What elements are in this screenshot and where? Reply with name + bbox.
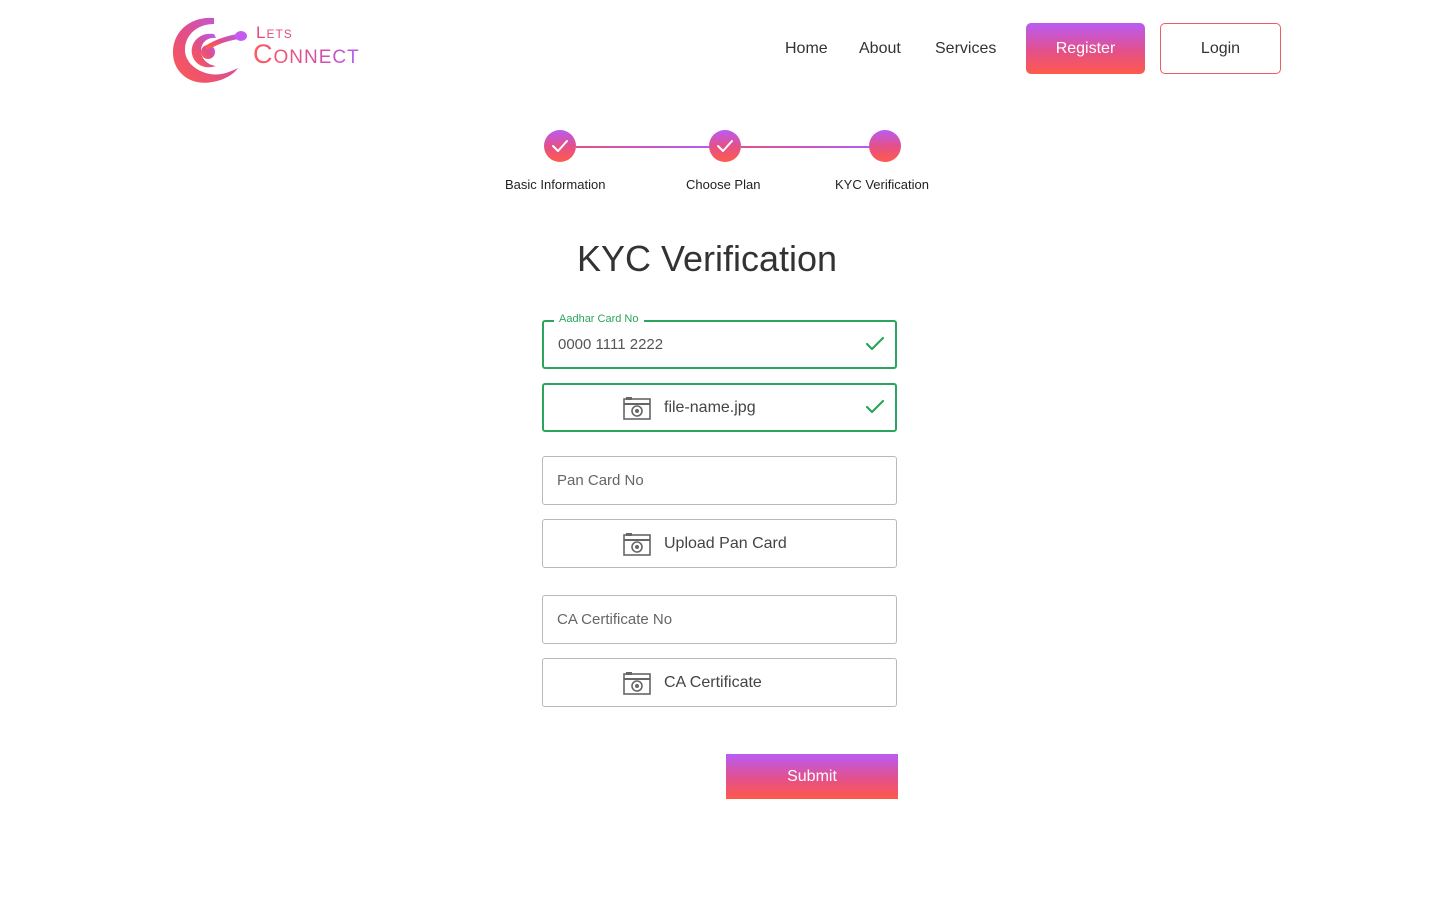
pan-card-input[interactable] [557,457,847,504]
step-label-kyc-verification: KYC Verification [835,177,929,192]
checkmark-icon [717,140,733,152]
camera-icon [623,397,651,420]
login-button[interactable]: Login [1160,23,1281,74]
step-connector [741,146,870,148]
step-connector [576,146,710,148]
brand-logo[interactable]: Lets Connect [170,14,370,86]
register-button[interactable]: Register [1026,23,1145,74]
ca-certificate-field [542,595,897,644]
logo-mark-icon [172,17,247,83]
camera-icon [623,533,651,556]
ca-upload-label: CA Certificate [664,674,762,691]
pan-card-field [542,456,897,505]
step-indicator-basic-information [544,130,576,162]
nav-about[interactable]: About [859,40,901,58]
step-indicator-kyc-verification [869,130,901,162]
aadhar-file-name: file-name.jpg [664,399,756,416]
pan-upload-label: Upload Pan Card [664,535,787,552]
aadhar-card-input[interactable] [558,322,848,367]
nav-services[interactable]: Services [935,40,996,58]
check-icon [865,399,885,414]
nav-home[interactable]: Home [785,40,828,58]
ca-certificate-upload[interactable]: CA Certificate [542,658,897,707]
aadhar-card-field: Aadhar Card No [542,313,897,369]
pan-card-upload[interactable]: Upload Pan Card [542,519,897,568]
ca-certificate-input[interactable] [557,596,847,643]
brand-name-line2: Connect [253,39,360,69]
aadhar-card-upload[interactable]: file-name.jpg [542,383,897,432]
checkmark-icon [552,140,568,152]
check-icon [865,336,885,351]
page-title: KYC Verification [576,238,838,279]
step-label-basic-information: Basic Information [505,177,606,192]
submit-button[interactable]: Submit [726,754,898,799]
camera-icon [623,672,651,695]
step-label-choose-plan: Choose Plan [686,177,761,192]
step-indicator-choose-plan [709,130,741,162]
